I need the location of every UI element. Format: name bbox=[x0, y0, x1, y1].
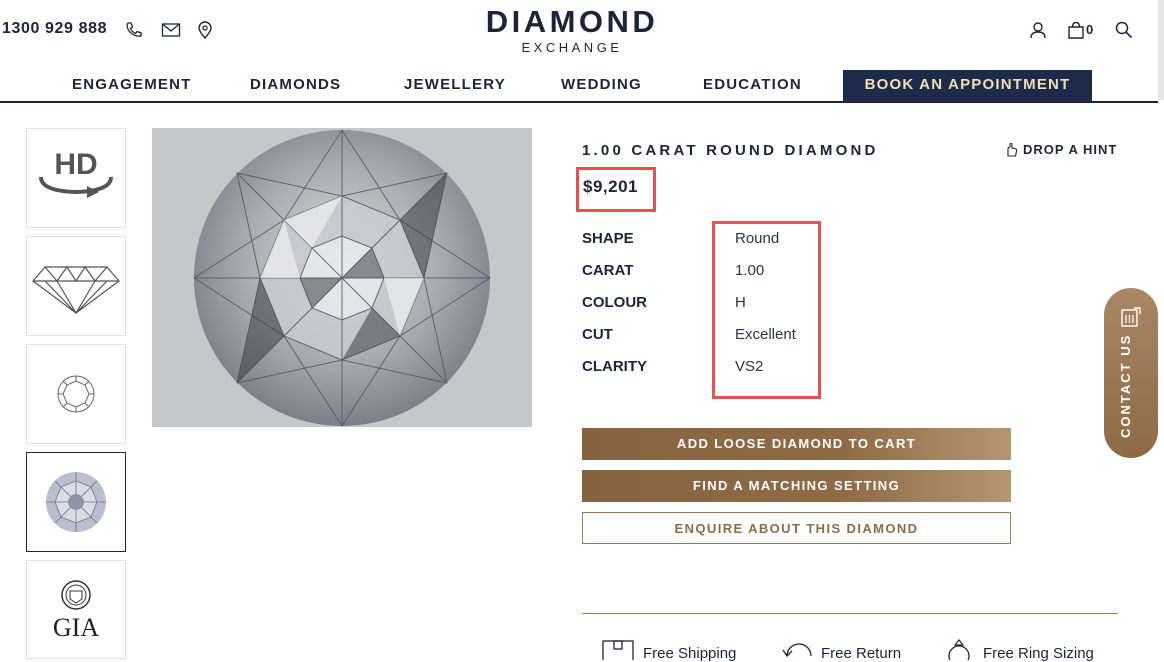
spec-label-colour: COLOUR bbox=[582, 294, 647, 311]
diamond-render bbox=[193, 129, 491, 427]
hint-hand-icon bbox=[1007, 142, 1018, 157]
mail-icon[interactable] bbox=[161, 20, 181, 40]
gia-seal-icon bbox=[61, 580, 91, 610]
diamond-profile-icon bbox=[32, 265, 120, 315]
svg-text:HD: HD bbox=[54, 148, 97, 181]
perk-free-ring-sizing: Free Ring Sizing bbox=[983, 645, 1094, 662]
nav-divider bbox=[0, 101, 1158, 103]
diamond-photo-thumb bbox=[46, 472, 106, 532]
specs-highlight-box bbox=[712, 221, 821, 399]
thumbnail-top-diagram[interactable] bbox=[26, 344, 126, 444]
nav-education[interactable]: EDUCATION bbox=[703, 76, 802, 93]
bag-icon[interactable] bbox=[1066, 20, 1086, 40]
gia-label: GIA bbox=[52, 613, 100, 642]
scrollbar[interactable] bbox=[1158, 0, 1164, 100]
search-icon[interactable] bbox=[1114, 20, 1134, 40]
add-to-cart-button[interactable]: ADD LOOSE DIAMOND TO CART bbox=[582, 428, 1011, 460]
enquire-button[interactable]: ENQUIRE ABOUT THIS DIAMOND bbox=[582, 512, 1011, 544]
thumbnail-gia-certificate[interactable]: GIA bbox=[26, 560, 126, 659]
perk-free-return: Free Return bbox=[821, 645, 902, 662]
logo[interactable]: DIAMOND bbox=[474, 4, 670, 40]
spec-label-clarity: CLARITY bbox=[582, 358, 647, 375]
phone-number[interactable]: 1300 929 888 bbox=[2, 20, 107, 38]
nav-diamonds[interactable]: DIAMONDS bbox=[250, 76, 341, 93]
perk-free-shipping: Free Shipping bbox=[643, 645, 737, 662]
drop-a-hint-label: DROP A HINT bbox=[1023, 142, 1118, 157]
nav-wedding[interactable]: WEDDING bbox=[561, 76, 642, 93]
cart-count[interactable]: 0 bbox=[1086, 22, 1093, 37]
book-appointment-button[interactable]: BOOK AN APPOINTMENT bbox=[843, 70, 1092, 102]
spec-label-shape: SHAPE bbox=[582, 230, 634, 247]
phone-icon[interactable] bbox=[124, 20, 144, 40]
thumbnail-diamond-photo[interactable] bbox=[26, 452, 126, 552]
thumbnail-profile-diagram[interactable] bbox=[26, 236, 126, 336]
contact-form-icon bbox=[1121, 307, 1141, 327]
nav-jewellery[interactable]: JEWELLERY bbox=[404, 76, 506, 93]
main-diamond-image[interactable] bbox=[152, 128, 532, 427]
contact-us-label[interactable]: CONTACT US bbox=[1118, 334, 1133, 438]
logo-subtitle: EXCHANGE bbox=[521, 40, 623, 55]
hd-360-icon: HD bbox=[39, 148, 113, 198]
section-divider bbox=[582, 613, 1118, 614]
spec-label-carat: CARAT bbox=[582, 262, 634, 279]
diamond-top-icon bbox=[57, 375, 95, 413]
drop-a-hint-link[interactable]: DROP A HINT bbox=[1003, 142, 1117, 157]
main-nav: ENGAGEMENT DIAMONDS JEWELLERY WEDDING ED… bbox=[0, 70, 1160, 102]
spec-label-cut: CUT bbox=[582, 326, 613, 343]
price-highlight-box bbox=[576, 167, 656, 212]
location-icon[interactable] bbox=[195, 20, 215, 40]
account-icon[interactable] bbox=[1028, 20, 1048, 40]
nav-engagement[interactable]: ENGAGEMENT bbox=[72, 76, 192, 93]
product-title: 1.00 CARAT ROUND DIAMOND bbox=[582, 142, 879, 159]
find-matching-setting-button[interactable]: FIND A MATCHING SETTING bbox=[582, 470, 1011, 502]
thumbnail-hd-view[interactable]: HD bbox=[26, 128, 126, 228]
